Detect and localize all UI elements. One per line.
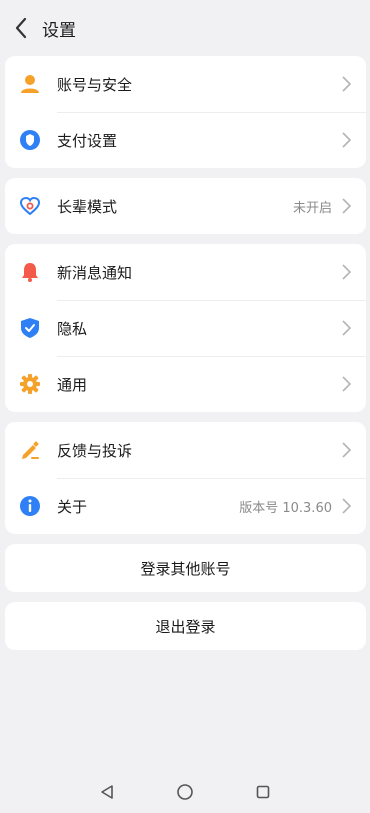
logout-button[interactable]: 退出登录 bbox=[5, 602, 366, 650]
payment-shield-icon bbox=[19, 129, 41, 151]
chevron-right-icon bbox=[340, 75, 352, 93]
settings-item-label: 通用 bbox=[57, 375, 88, 394]
home-circle-icon[interactable] bbox=[175, 782, 195, 802]
settings-item-elder-mode[interactable]: 长辈模式 未开启 bbox=[5, 178, 366, 234]
settings-group-elder: 长辈模式 未开启 bbox=[5, 178, 366, 234]
settings-item-label: 新消息通知 bbox=[57, 263, 133, 282]
settings-item-payment[interactable]: 支付设置 bbox=[5, 112, 366, 168]
settings-item-label: 长辈模式 bbox=[57, 197, 118, 216]
chevron-right-icon bbox=[340, 375, 352, 393]
page-title: 设置 bbox=[42, 20, 76, 41]
info-icon bbox=[19, 495, 41, 517]
settings-item-label: 支付设置 bbox=[57, 131, 118, 150]
settings-item-label: 关于 bbox=[57, 497, 88, 516]
bell-icon bbox=[19, 261, 41, 283]
settings-item-label: 隐私 bbox=[57, 319, 88, 338]
chevron-right-icon bbox=[340, 441, 352, 459]
recents-square-icon[interactable] bbox=[253, 782, 273, 802]
chevron-right-icon bbox=[340, 497, 352, 515]
elder-mode-icon bbox=[19, 195, 41, 217]
privacy-shield-icon bbox=[19, 317, 41, 339]
settings-item-label: 账号与安全 bbox=[57, 75, 133, 94]
header: 设置 bbox=[0, 0, 370, 56]
settings-item-feedback[interactable]: 反馈与投诉 bbox=[5, 422, 366, 478]
settings-item-general[interactable]: 通用 bbox=[5, 356, 366, 412]
settings-group-general: 新消息通知 隐私 通用 bbox=[5, 244, 366, 412]
settings-item-account-security[interactable]: 账号与安全 bbox=[5, 56, 366, 112]
version-text: 版本号 10.3.60 bbox=[239, 500, 332, 516]
settings-item-about[interactable]: 关于 版本号 10.3.60 bbox=[5, 478, 366, 534]
elder-mode-status: 未开启 bbox=[292, 200, 332, 216]
chevron-right-icon bbox=[340, 319, 352, 337]
settings-item-label: 反馈与投诉 bbox=[57, 441, 133, 460]
chevron-right-icon bbox=[340, 131, 352, 149]
settings-item-notifications[interactable]: 新消息通知 bbox=[5, 244, 366, 300]
settings-group-account: 账号与安全 支付设置 bbox=[5, 56, 366, 168]
system-navbar bbox=[0, 771, 370, 813]
account-icon bbox=[19, 73, 41, 95]
switch-account-button[interactable]: 登录其他账号 bbox=[5, 544, 366, 592]
gear-icon bbox=[19, 373, 41, 395]
settings-item-privacy[interactable]: 隐私 bbox=[5, 300, 366, 356]
back-arrow-icon[interactable] bbox=[10, 17, 32, 39]
settings-group-support: 反馈与投诉 关于 版本号 10.3.60 bbox=[5, 422, 366, 534]
chevron-right-icon bbox=[340, 197, 352, 215]
chevron-right-icon bbox=[340, 263, 352, 281]
back-triangle-icon[interactable] bbox=[97, 782, 117, 802]
pen-icon bbox=[19, 439, 41, 461]
